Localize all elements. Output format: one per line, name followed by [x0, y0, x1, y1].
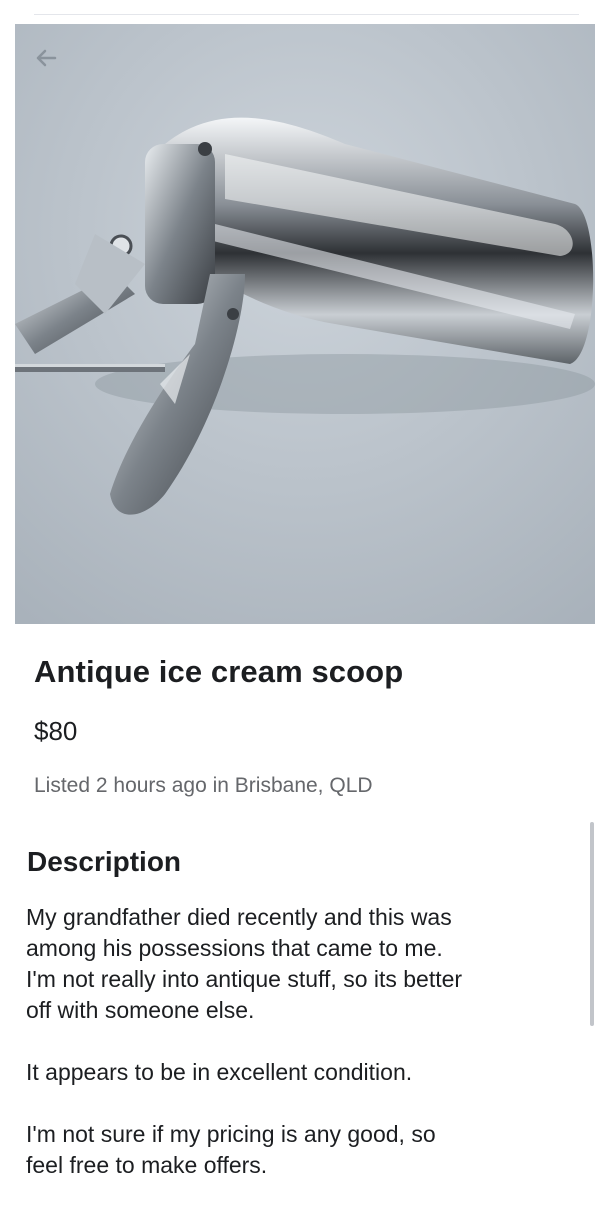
top-divider	[34, 14, 579, 15]
description-paragraph: My grandfather died recently and this wa…	[26, 904, 463, 1023]
listing-price: $80	[34, 716, 78, 746]
description-heading: Description	[27, 846, 182, 877]
product-image	[15, 24, 595, 624]
listing-meta: Listed 2 hours ago in Brisbane, QLD	[34, 774, 373, 797]
scrollbar[interactable]	[590, 822, 594, 1026]
listing-title: Antique ice cream scoop	[34, 654, 404, 689]
description-paragraph: I'm not sure if my pricing is any good, …	[26, 1121, 436, 1178]
listing-photo[interactable]	[15, 24, 595, 624]
description-paragraph: It appears to be in excellent condition.	[26, 1059, 413, 1085]
back-button[interactable]	[26, 38, 66, 78]
description-body: My grandfather died recently and this wa…	[26, 902, 586, 1212]
arrow-left-icon	[36, 49, 57, 67]
